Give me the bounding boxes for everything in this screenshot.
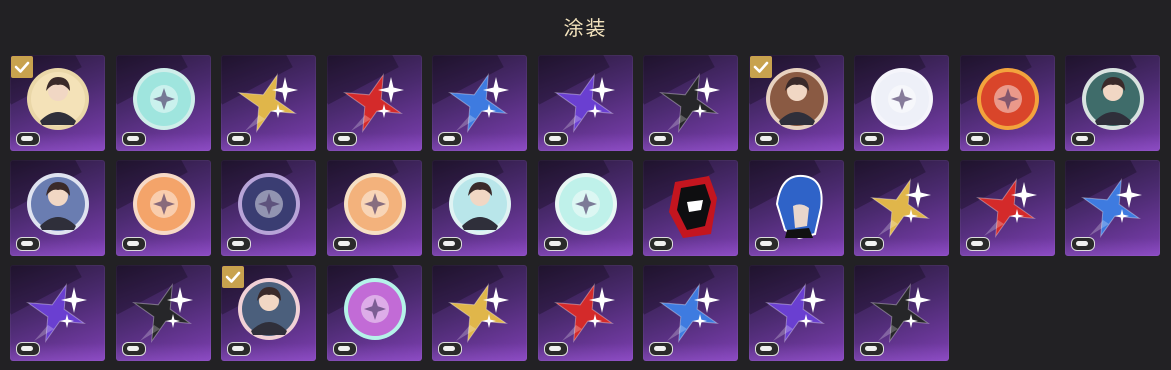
mask-character-icon bbox=[1082, 68, 1144, 130]
gold-star-icon bbox=[448, 283, 509, 343]
pink-cat-icon bbox=[343, 278, 406, 340]
vehicle-icon bbox=[649, 132, 673, 146]
vehicle-icon bbox=[438, 132, 462, 146]
skin-tile[interactable] bbox=[221, 265, 316, 361]
vehicle-icon bbox=[438, 237, 462, 251]
skin-tile[interactable] bbox=[748, 265, 844, 361]
pastel-emblem-icon bbox=[554, 173, 617, 235]
vehicle-icon bbox=[543, 132, 568, 146]
red-star-icon bbox=[975, 178, 1037, 238]
skin-tile[interactable] bbox=[115, 160, 211, 256]
vehicle-icon bbox=[227, 237, 251, 251]
vehicle-icon bbox=[332, 237, 357, 251]
vehicle-icon bbox=[121, 237, 146, 251]
vehicle-icon bbox=[332, 132, 357, 146]
blue-star-icon bbox=[448, 73, 509, 133]
vehicle-icon bbox=[860, 237, 884, 251]
blue-star-icon bbox=[1081, 178, 1142, 238]
skin-tile[interactable] bbox=[1065, 55, 1160, 151]
skin-tile[interactable] bbox=[1065, 160, 1160, 256]
skin-tile[interactable] bbox=[959, 160, 1055, 256]
gold-star-icon bbox=[870, 178, 931, 238]
vehicle-icon bbox=[965, 132, 990, 146]
vehicle-icon bbox=[16, 237, 40, 251]
skin-tile[interactable] bbox=[854, 160, 949, 256]
vehicle-icon bbox=[16, 132, 40, 146]
red-star-icon bbox=[553, 283, 615, 343]
vehicle-icon bbox=[860, 132, 884, 146]
skin-tile[interactable] bbox=[10, 55, 105, 151]
vehicle-icon bbox=[754, 237, 779, 251]
checkmark-icon bbox=[749, 56, 772, 78]
skin-tile[interactable] bbox=[537, 55, 633, 151]
dark-character-icon bbox=[238, 278, 300, 340]
purple-star-icon bbox=[26, 283, 87, 343]
vehicle-icon bbox=[965, 237, 990, 251]
vehicle-icon bbox=[649, 342, 673, 356]
skin-tile[interactable] bbox=[643, 160, 738, 256]
mask-silhouette-icon bbox=[669, 176, 717, 238]
blue-star-icon bbox=[659, 283, 720, 343]
vehicle-icon bbox=[754, 342, 779, 356]
group-portrait-icon bbox=[765, 68, 828, 130]
checkmark-icon bbox=[11, 56, 33, 78]
black-star-icon bbox=[659, 73, 720, 133]
skin-tile[interactable] bbox=[221, 160, 316, 256]
skin-tile[interactable] bbox=[854, 55, 949, 151]
vehicle-icon bbox=[754, 132, 779, 146]
emblem-disc-icon bbox=[871, 68, 933, 130]
gold-star-icon bbox=[237, 73, 298, 133]
skin-tile[interactable] bbox=[326, 265, 422, 361]
vehicle-icon bbox=[649, 237, 673, 251]
vehicle-icon bbox=[16, 342, 40, 356]
skin-tile[interactable] bbox=[537, 160, 633, 256]
blonde-character-icon bbox=[449, 173, 511, 235]
skin-grid bbox=[10, 55, 1160, 361]
checkmark-icon bbox=[222, 266, 244, 288]
vehicle-icon bbox=[543, 342, 568, 356]
fire-creature-icon bbox=[976, 68, 1039, 130]
portrait-avatar-icon bbox=[27, 68, 89, 130]
skin-tile[interactable] bbox=[854, 265, 949, 361]
vehicle-icon bbox=[227, 132, 251, 146]
blue-hair-character-icon bbox=[775, 174, 823, 240]
skin-tile[interactable] bbox=[432, 160, 527, 256]
black-star-icon bbox=[131, 283, 193, 343]
skin-tile[interactable] bbox=[10, 160, 105, 256]
skin-tile[interactable] bbox=[326, 55, 422, 151]
page-title: 涂装 bbox=[563, 16, 608, 40]
skin-tile[interactable] bbox=[537, 265, 633, 361]
skin-tile[interactable] bbox=[115, 55, 211, 151]
vehicle-icon bbox=[227, 342, 251, 356]
skin-tile[interactable] bbox=[432, 55, 527, 151]
purple-star-icon bbox=[764, 283, 826, 343]
red-star-icon bbox=[342, 73, 404, 133]
vehicle-icon bbox=[121, 132, 146, 146]
skin-tile[interactable] bbox=[326, 160, 422, 256]
skin-tile[interactable] bbox=[432, 265, 527, 361]
vehicle-icon bbox=[1071, 237, 1095, 251]
skin-tile[interactable] bbox=[748, 160, 844, 256]
purple-star-icon bbox=[553, 73, 615, 133]
skin-tile[interactable] bbox=[748, 55, 844, 151]
black-star-icon bbox=[870, 283, 931, 343]
skin-tile[interactable] bbox=[221, 55, 316, 151]
vehicle-icon bbox=[860, 342, 884, 356]
vehicle-icon bbox=[543, 237, 568, 251]
vehicle-icon bbox=[332, 342, 357, 356]
vehicle-icon bbox=[438, 342, 462, 356]
chibi-character-icon bbox=[27, 173, 89, 235]
skin-tile[interactable] bbox=[115, 265, 211, 361]
teal-disc-icon bbox=[132, 68, 195, 130]
starburst-disc-icon bbox=[238, 173, 300, 235]
skin-tile[interactable] bbox=[643, 55, 738, 151]
skin-tile[interactable] bbox=[643, 265, 738, 361]
skin-tile[interactable] bbox=[959, 55, 1055, 151]
vehicle-icon bbox=[1071, 132, 1095, 146]
crystal-creature-icon bbox=[343, 173, 406, 235]
skin-tile[interactable] bbox=[10, 265, 105, 361]
colorful-emblem-icon bbox=[132, 173, 195, 235]
vehicle-icon bbox=[121, 342, 146, 356]
